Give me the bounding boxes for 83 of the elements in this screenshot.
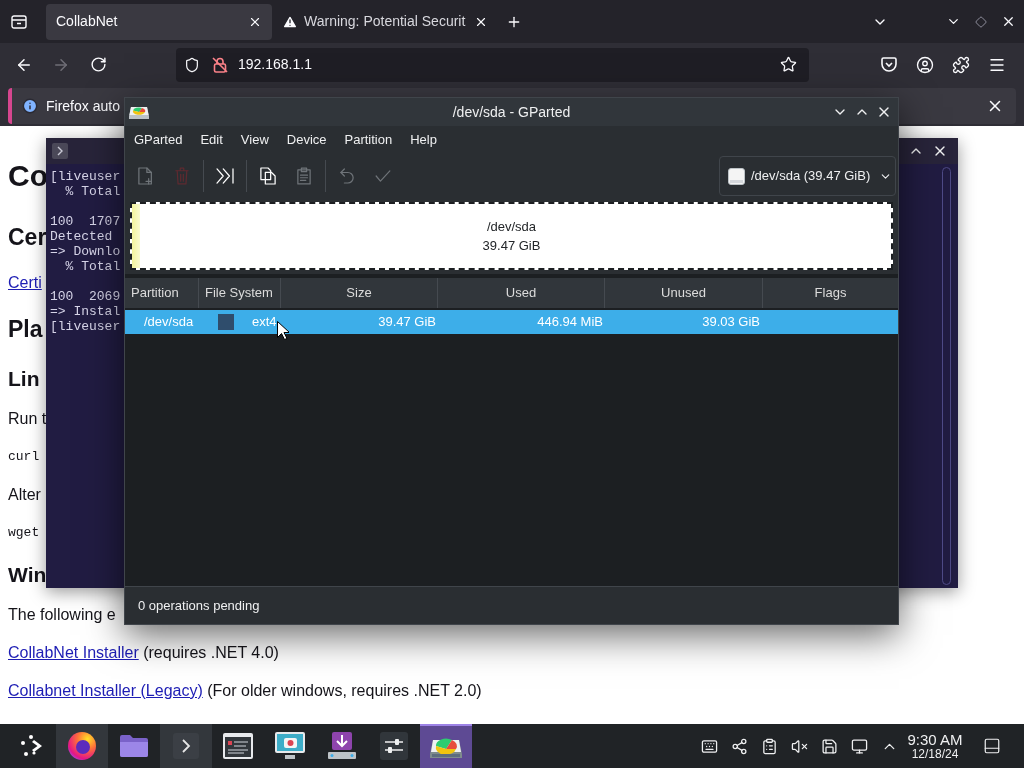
browser-tab[interactable]: Warning: Potential Securit <box>272 3 498 40</box>
pocket-icon <box>881 57 897 72</box>
puzzle-icon <box>952 55 970 74</box>
paragraph: The following e <box>8 605 116 625</box>
clipboard-icon <box>760 737 778 755</box>
terminal-line: 100 1707 <box>50 214 121 229</box>
download-line: Collabnet Installer (Legacy) (For older windows, requires .NET 2.0) <box>8 681 482 701</box>
share-icon <box>730 737 748 755</box>
menu-item[interactable]: Edit <box>191 127 232 153</box>
installer-link[interactable]: CollabNet Installer <box>8 644 139 661</box>
code-snippet: curl <box>8 448 40 467</box>
column-header[interactable]: Size <box>281 278 438 308</box>
tab-list-icon <box>11 14 27 29</box>
launcher-icon <box>20 735 44 757</box>
terminal-line: 100 2069 <box>50 289 121 304</box>
page-heading: Co <box>8 161 48 191</box>
mouse-pointer-icon <box>277 321 289 340</box>
code-snippet: wget <box>8 524 40 543</box>
browser-tab[interactable]: CollabNet <box>46 3 272 40</box>
menu-item[interactable]: GParted <box>125 127 192 153</box>
table-cell-text: 446.94 MiB <box>536 313 604 332</box>
taskbar-button[interactable] <box>420 724 472 768</box>
folder-icon <box>119 734 149 758</box>
page-heading: Pla <box>8 317 43 341</box>
account-icon <box>916 55 934 74</box>
disk-partition-icon <box>129 105 149 119</box>
terminal-line: [liveuser <box>50 169 121 184</box>
system-monitor-icon <box>223 733 253 759</box>
warning-icon <box>282 13 298 30</box>
terminal-line: % Total <box>64 259 121 274</box>
download-icon <box>328 732 356 760</box>
page-heading: Cer <box>8 225 47 249</box>
page-link[interactable]: Certi <box>8 271 42 295</box>
status-text: 0 operations pending <box>138 596 260 615</box>
table-cell-text: ext4 <box>252 313 277 332</box>
table-cell-text: 39.03 GiB <box>701 313 761 332</box>
taskbar-button[interactable] <box>56 724 108 768</box>
volume-muted-icon <box>790 737 808 755</box>
drive-icon <box>728 167 745 185</box>
paragraph: Run t <box>8 409 47 429</box>
menu-item[interactable]: Help <box>401 127 446 153</box>
window-title: /dev/sda - GParted <box>451 102 572 122</box>
show-desktop-icon <box>983 737 1001 755</box>
menu-item[interactable]: Device <box>277 127 336 153</box>
disk-name: /dev/sda <box>486 218 537 236</box>
table-cell-text: 39.47 GiB <box>377 313 437 332</box>
insecure-lock-icon <box>212 56 228 73</box>
terminal-icon <box>52 143 68 159</box>
page-heading: Win <box>8 563 47 585</box>
column-header[interactable]: Unused <box>605 278 763 308</box>
bookmark-star-icon[interactable] <box>780 56 797 73</box>
page-heading: Lin <box>8 367 40 389</box>
terminal-line: => Instal <box>50 304 121 319</box>
address-bar[interactable]: 192.168.1.1 <box>176 47 809 82</box>
column-header[interactable]: Used <box>438 278 605 308</box>
monitor-icon <box>850 737 868 755</box>
terminal-icon <box>173 733 199 759</box>
installer-link[interactable]: Collabnet Installer (Legacy) <box>8 682 203 699</box>
screen-camera-icon <box>275 732 305 760</box>
download-line: CollabNet Installer (requires .NET 4.0) <box>8 643 279 663</box>
column-header[interactable]: Partition <box>125 278 199 308</box>
column-header[interactable]: Flags <box>763 278 898 308</box>
terminal-line: => Downlo <box>50 244 121 259</box>
notification-message: Firefox auto <box>46 96 120 116</box>
terminal-line: [liveuser <box>50 319 121 334</box>
shield-icon <box>184 56 200 73</box>
info-icon <box>22 98 38 114</box>
browser-icon <box>67 731 97 761</box>
disk-map[interactable]: /dev/sda 39.47 GiB <box>130 202 893 270</box>
menu-item[interactable]: View <box>231 127 278 153</box>
clock[interactable]: 9:30 AM 12/18/24 <box>904 732 966 760</box>
reload-icon <box>89 56 107 73</box>
sliders-icon <box>380 732 408 760</box>
menu-item[interactable]: Partition <box>335 127 402 153</box>
terminal-line: Detected <box>50 229 113 244</box>
device-selector[interactable]: /dev/sda (39.47 GiB) <box>719 156 896 196</box>
keyboard-icon <box>700 737 718 755</box>
disk-size: 39.47 GiB <box>482 237 541 255</box>
terminal-line: % Total <box>64 184 121 199</box>
column-header[interactable]: File System <box>199 278 281 308</box>
table-cell-text: /dev/sda <box>143 313 195 332</box>
paragraph: Alter <box>8 485 41 505</box>
diamond-icon <box>975 15 987 28</box>
